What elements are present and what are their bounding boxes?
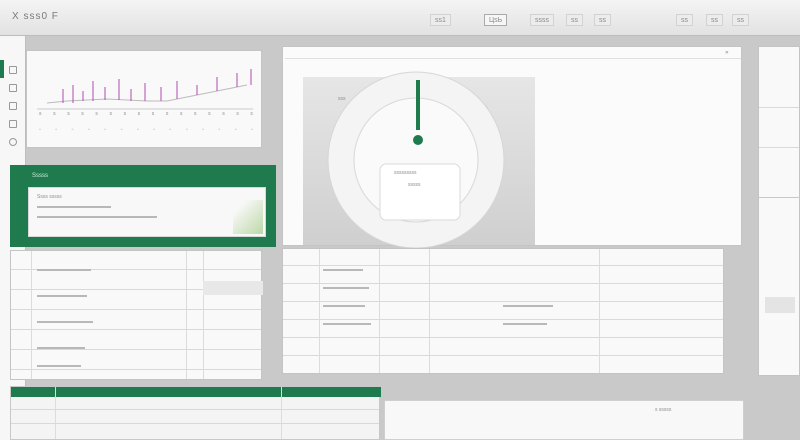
dial-card — [379, 163, 461, 221]
titlebar-button-2[interactable]: ѕѕ — [676, 14, 693, 26]
axis-ticks-secondary: ▫ ▫ ▫ ▫ ▫ ▫ ▫ ▫ ▫ ▫ ▫ ▫ ▫ ▫ — [39, 127, 253, 133]
bottom-sheet — [10, 386, 381, 440]
tab-3[interactable]: ѕѕѕѕ — [530, 14, 554, 26]
dialog-title: ѕѕѕ — [338, 96, 346, 102]
dial-needle — [416, 80, 420, 130]
list-panel — [10, 250, 263, 380]
dialog-caption: ѕѕѕѕѕ — [408, 182, 421, 188]
active-indicator — [0, 60, 4, 78]
green-summary-panel: Ѕѕѕѕѕ Ѕѕѕѕ ѕѕѕѕѕ — [10, 165, 276, 247]
card-subtitle: Ѕѕѕѕ ѕѕѕѕѕ — [37, 194, 62, 200]
table-cell[interactable] — [323, 305, 365, 307]
card-line — [37, 216, 157, 218]
tab-4[interactable]: ѕѕ — [566, 14, 583, 26]
bottom-right-panel: ѕ ѕѕѕѕѕ — [384, 400, 744, 440]
tab-2[interactable]: ЦѕЬ — [484, 14, 508, 26]
titlebar-button-1[interactable]: ѕѕ — [594, 14, 611, 26]
table-cell[interactable] — [503, 305, 553, 307]
clock-icon[interactable] — [9, 138, 17, 146]
chart-icon[interactable] — [9, 102, 17, 110]
title-bar: X ѕѕѕ0 F ѕѕ1 ЦѕЬ ѕѕѕѕ ѕѕ ѕѕ ѕѕ ѕѕ ѕѕ — [0, 0, 800, 36]
list-item[interactable] — [37, 321, 93, 323]
titlebar-button-4[interactable]: ѕѕ — [732, 14, 749, 26]
table-cell[interactable] — [323, 269, 363, 271]
highlight-cell — [203, 281, 263, 295]
home-icon[interactable] — [9, 66, 17, 74]
data-table — [282, 248, 724, 374]
list-item[interactable] — [37, 365, 81, 367]
card-highlight — [233, 200, 263, 234]
table-cell[interactable] — [323, 323, 371, 325]
close-icon[interactable]: ✕ — [725, 50, 729, 56]
green-panel-card: Ѕѕѕѕ ѕѕѕѕѕ — [28, 187, 266, 237]
list-item[interactable] — [37, 295, 87, 297]
table-cell[interactable] — [503, 323, 547, 325]
list-item[interactable] — [37, 347, 85, 349]
list-item[interactable] — [37, 269, 91, 271]
app-title: X ѕѕѕ0 F — [12, 11, 59, 22]
dialog-line: ѕѕѕѕѕѕѕѕѕ — [394, 170, 417, 176]
right-panel — [758, 46, 800, 376]
dial-knob — [413, 135, 423, 145]
chart-panel: ѕѕѕѕѕѕѕѕѕѕѕѕѕѕѕѕ ▫ ▫ ▫ ▫ ▫ ▫ ▫ ▫ ▫ ▫ ▫ ▫ ▫ ▫ — [26, 50, 262, 148]
axis-ticks: ѕѕѕѕѕѕѕѕѕѕѕѕѕѕѕѕ — [39, 111, 253, 117]
dial-widget — [327, 71, 505, 249]
tab-1[interactable]: ѕѕ1 — [430, 14, 451, 26]
grid-icon[interactable] — [9, 84, 17, 92]
green-panel-title: Ѕѕѕѕѕ — [32, 173, 49, 179]
bottom-sheet-header — [11, 387, 381, 397]
card-line — [37, 206, 111, 208]
right-panel-block — [765, 297, 795, 313]
bottom-label: ѕ ѕѕѕѕѕ — [655, 407, 672, 413]
titlebar-button-3[interactable]: ѕѕ — [706, 14, 723, 26]
list-icon[interactable] — [9, 120, 17, 128]
table-cell[interactable] — [323, 287, 369, 289]
spike-marks — [62, 69, 252, 103]
main-window-header: ✕ — [285, 49, 741, 59]
